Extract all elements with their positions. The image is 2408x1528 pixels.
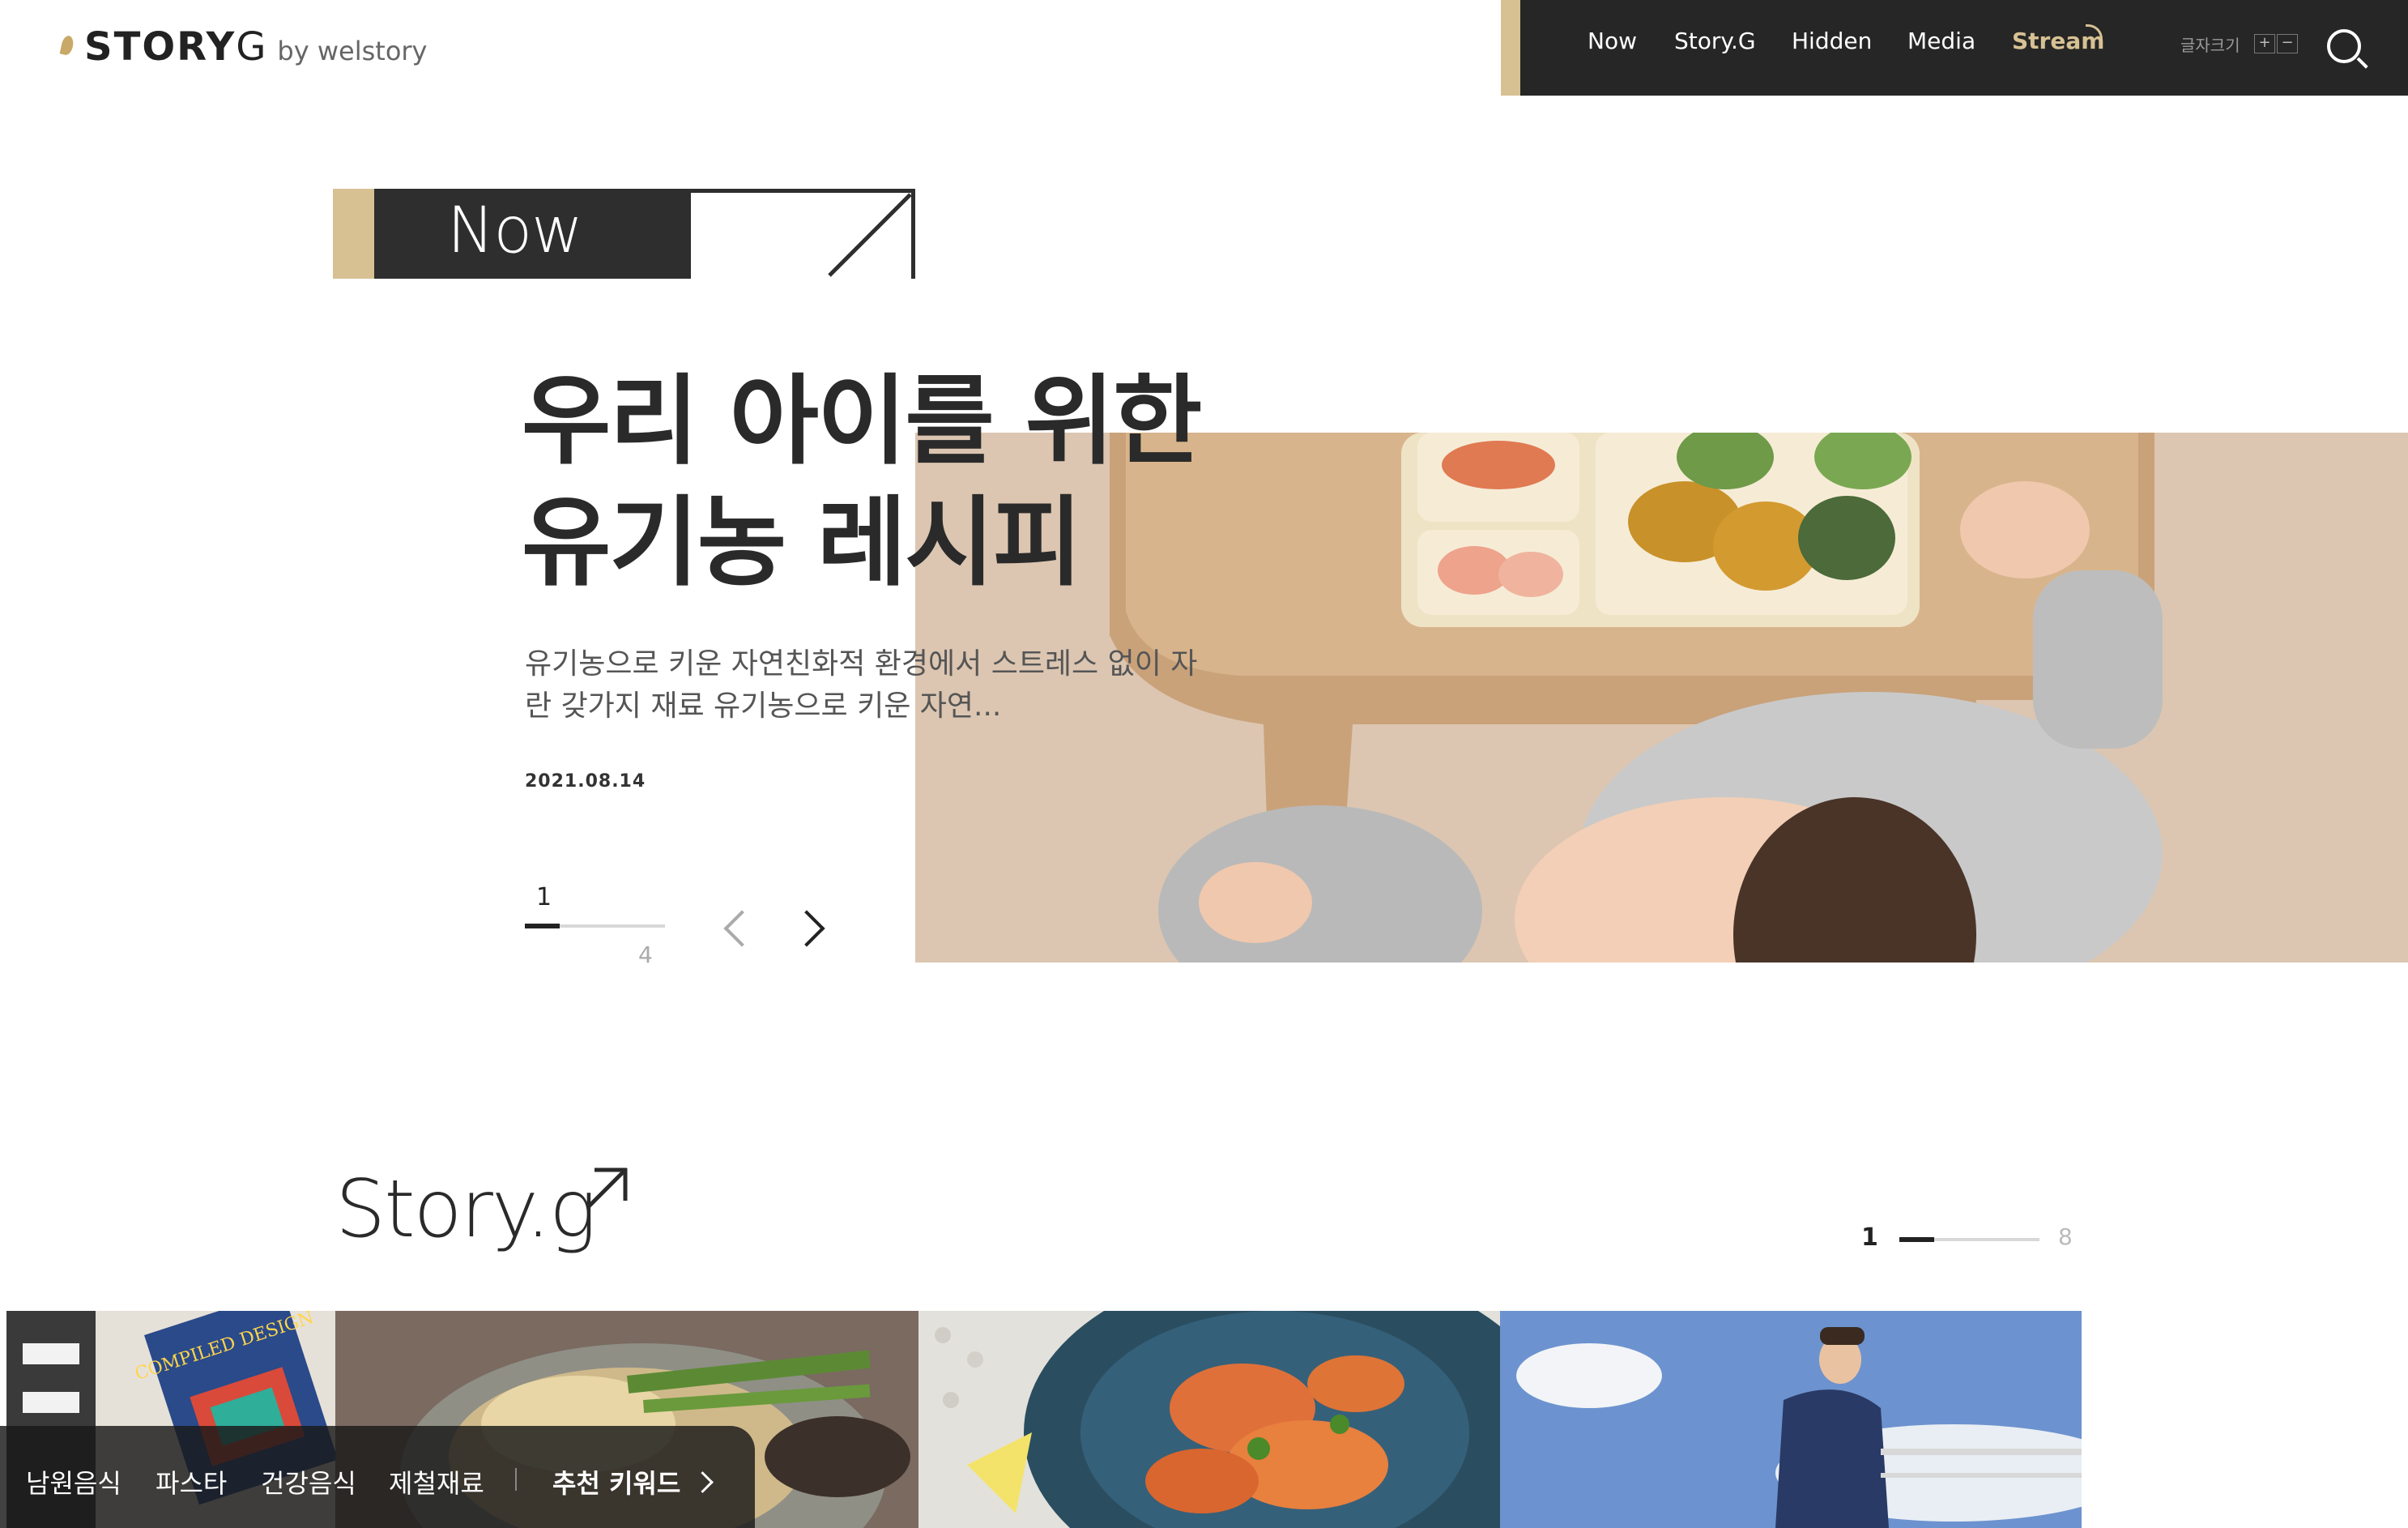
keyword-divider	[515, 1468, 517, 1491]
recommended-keywords-link[interactable]: 추천 키워드	[552, 1463, 680, 1500]
story-card-shrimp[interactable]	[918, 1311, 1500, 1528]
now-label: Now	[447, 194, 583, 267]
story-card-cyclist[interactable]	[1500, 1311, 2082, 1528]
search-icon[interactable]	[2327, 29, 2361, 63]
storyg-page-total: 8	[2058, 1223, 2073, 1250]
prev-arrow-icon[interactable]	[723, 910, 761, 947]
now-arrow-icon[interactable]	[826, 188, 917, 279]
now-page-current: 1	[536, 883, 552, 911]
storyg-page-current: 1	[1861, 1223, 1878, 1252]
now-progress-fill	[525, 924, 560, 928]
nav-item-hidden[interactable]: Hidden	[1792, 28, 1872, 54]
font-decrease-button[interactable]: −	[2277, 34, 2298, 53]
nav-item-now[interactable]: Now	[1588, 28, 1637, 54]
logo-byline: by welstory	[277, 36, 428, 66]
site-logo[interactable]: STORY G by welstory	[59, 24, 428, 73]
font-increase-button[interactable]: +	[2254, 34, 2275, 53]
hero-description: 유기농으로 키운 자연친화적 환경에서 스트레스 없이 자란 갖가지 재료 유기…	[525, 647, 1198, 723]
nav-gold-accent	[1501, 0, 1520, 96]
font-size-label: 글자크기	[2180, 36, 2240, 55]
hero-date: 2021.08.14	[525, 771, 646, 792]
logo-g: G	[236, 24, 266, 70]
storyg-progress-fill	[1899, 1237, 1935, 1242]
nav-item-storyg[interactable]: Story.G	[1674, 28, 1756, 54]
next-arrow-icon[interactable]	[788, 910, 825, 947]
hero-title-line1: 우리 아이를 위한	[522, 365, 1202, 478]
now-page-total: 4	[638, 941, 653, 968]
hero-title-line2: 유기농 레시피	[522, 487, 1082, 600]
keyword-item[interactable]: 건강음식	[261, 1463, 356, 1500]
keyword-item[interactable]: 남원음식	[26, 1463, 121, 1500]
keyword-item[interactable]: 제철재료	[389, 1463, 484, 1500]
hero-title[interactable]: 우리 아이를 위한 유기농 레시피	[522, 361, 1202, 604]
logo-comma-mark	[59, 34, 75, 57]
nav-item-media[interactable]: Media	[1907, 28, 1975, 54]
keyword-item[interactable]: 파스타	[156, 1463, 227, 1500]
storyg-arrow-icon[interactable]	[583, 1163, 632, 1212]
now-gold-accent	[333, 189, 374, 279]
logo-brand: STORY	[84, 24, 237, 70]
storyg-section-title[interactable]: Story.g	[335, 1163, 597, 1256]
